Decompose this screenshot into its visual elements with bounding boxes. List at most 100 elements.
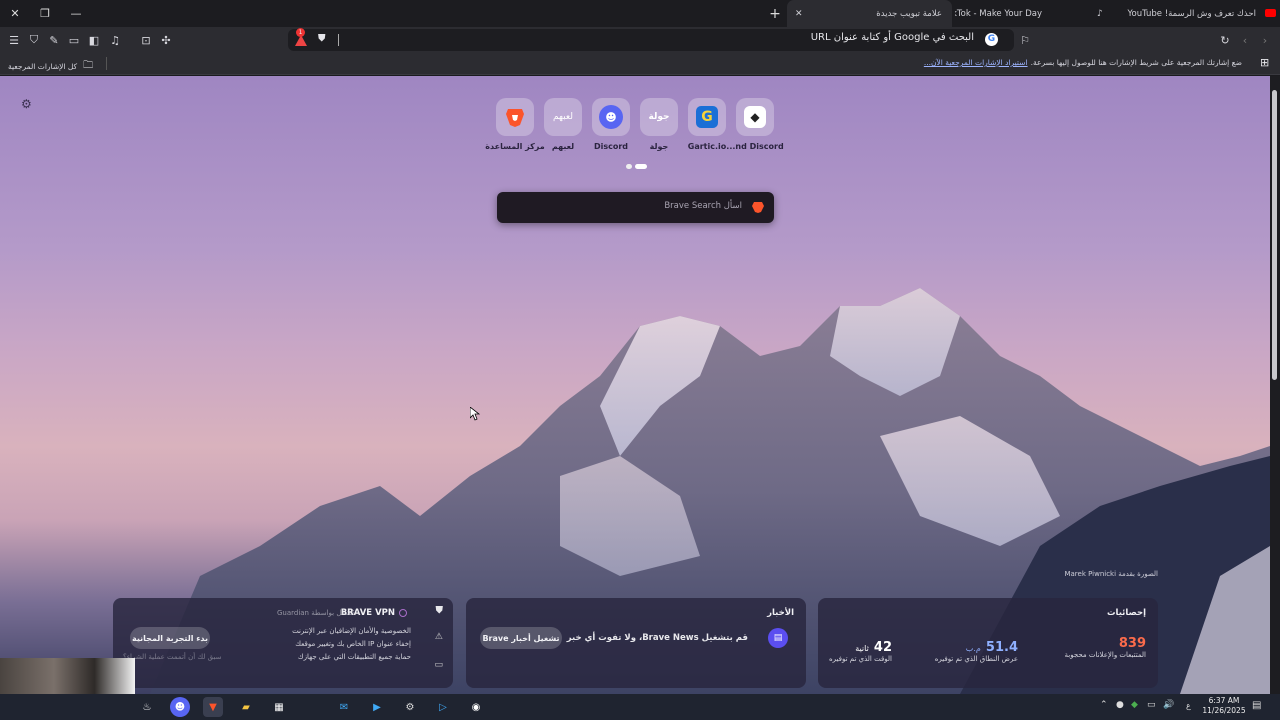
top-site-tile[interactable] (496, 98, 534, 136)
url-placeholder: البحث في Google أو كتابة عنوان URL (810, 32, 974, 43)
google-icon: G (985, 33, 998, 46)
tab-new-tab[interactable]: علامة تبويب جديدة ✕ (787, 0, 952, 27)
scrollbar-thumb[interactable] (1272, 90, 1277, 380)
stats-title: إحصائيات (1106, 608, 1146, 618)
bookmark-icon[interactable]: ⚐ (1017, 32, 1033, 48)
top-site-label: مركز المساعدة (485, 142, 545, 151)
steam-icon[interactable]: ♨ (137, 697, 157, 717)
new-tab-page: ⚙ ◆ ...nd Discord G Gartic.io جولة جولة … (0, 76, 1270, 694)
bandwidth-label: عرض النطاق الذي تم توفيره (934, 655, 1018, 663)
new-tab-button[interactable]: + (764, 0, 786, 27)
minimize-window-icon[interactable]: — (65, 0, 87, 27)
reload-icon[interactable]: ↻ (1217, 32, 1233, 48)
bandwidth-value: 51.4 (985, 640, 1018, 655)
tab-youtube[interactable]: احذك تعرف وش الرسمة! YouTube - ... (1118, 0, 1280, 27)
gartic-icon: G (696, 106, 718, 128)
vpn-footnote[interactable]: سبق لك أن أتممت عملية الشراء؟ (123, 653, 221, 661)
settings-taskbar-icon[interactable]: ⚙ (400, 697, 420, 717)
news-title: الأخبار (767, 608, 794, 618)
photo-credit[interactable]: الصورة بقدمة Marek Piwnicki (1064, 570, 1158, 578)
brave-taskbar-icon[interactable]: ▼ (203, 697, 223, 717)
media-player-icon[interactable]: ▶ (367, 697, 387, 717)
time-label: الوقت الذي تم توفيره (829, 655, 892, 663)
tab-close-icon[interactable]: ✕ (795, 9, 803, 19)
vpn-shield-icon: ⛊ (435, 605, 444, 616)
clock[interactable]: 6:37 AM 11/26/2025 (1200, 696, 1248, 716)
screen-icon: ▭ (434, 660, 443, 670)
top-site-tile[interactable]: G (688, 98, 726, 136)
tour-text-icon: جولة (648, 112, 670, 122)
bandwidth-unit: م.ب (965, 644, 981, 653)
vpn-status-icon (399, 609, 407, 617)
restore-window-icon[interactable]: ❐ (34, 0, 56, 27)
text-cursor (338, 34, 339, 46)
obs-icon[interactable]: ◉ (466, 697, 486, 717)
import-bookmarks-link[interactable]: استيراد الإشارات المرجعية الآن... (924, 58, 1028, 67)
mail-icon[interactable]: ✉ (334, 697, 354, 717)
robot-icon: ◆ (744, 106, 766, 128)
shield-outline-icon[interactable]: ⛉ (26, 32, 42, 48)
news-icon: ▤ (768, 628, 788, 648)
tab-title: احذك تعرف وش الرسمة! YouTube - ... (1126, 8, 1256, 19)
vpn-card: BRAVE VPN مُشغّل بواسطة Guardian ⛊ الخصو… (113, 598, 453, 688)
discord-icon: ☻ (599, 105, 623, 129)
microphone-icon[interactable]: ● (1116, 700, 1124, 710)
top-site-tile[interactable]: ◆ (736, 98, 774, 136)
settings-gear-icon[interactable]: ⚙ (21, 97, 32, 111)
top-site-tile[interactable]: لعبهم (544, 98, 582, 136)
address-bar[interactable]: 1 ⛊ البحث في Google أو كتابة عنوان URL G (288, 28, 1014, 51)
enable-news-button[interactable]: تشغيل أخبار Brave (480, 627, 562, 649)
pen-icon[interactable]: ✎ (46, 32, 62, 48)
file-explorer-icon[interactable]: ▰ (236, 697, 256, 717)
music-icon[interactable]: ♫ (107, 32, 123, 48)
top-site-tile[interactable]: ☻ (592, 98, 630, 136)
bookmarks-bar: 🗀 كل الإشارات المرجعية ضع إشارتك المرجعي… (0, 53, 1280, 75)
vpn-powered-by: مُشغّل بواسطة Guardian (276, 609, 355, 617)
vpn-feature: حماية جميع التطبيقات التي على جهازك (297, 653, 411, 661)
language-indicator[interactable]: ع (1186, 701, 1191, 710)
news-card: الأخبار ▤ قم بتشغيل Brave News، ولا تفوت… (466, 598, 806, 688)
all-bookmarks-button[interactable]: 🗀 كل الإشارات المرجعية (8, 58, 93, 75)
divider (106, 57, 107, 70)
brave-lion-icon (506, 109, 524, 127)
sidebar-icon[interactable]: ◧ (86, 32, 102, 48)
blocked-label: المتتبعات والإعلانات محجوبة (1064, 651, 1146, 659)
nvidia-icon[interactable]: ◆ (1131, 700, 1138, 710)
search-placeholder: اسأل Brave Search (664, 201, 742, 211)
clock-date: 11/26/2025 (1202, 706, 1246, 715)
close-window-icon[interactable]: ✕ (4, 0, 26, 27)
video-editor-icon[interactable]: ▷ (433, 697, 453, 717)
discord-taskbar-icon[interactable]: ☻ (170, 697, 190, 717)
volume-icon[interactable]: 🔊 (1163, 700, 1174, 710)
warning-icon: ⚠ (434, 632, 443, 642)
screenshot-icon[interactable]: ⊡ (138, 32, 154, 48)
stats-card: إحصائيات 839 المتتبعات والإعلانات محجوبة… (818, 598, 1158, 688)
tab-title: علامة تبويب جديدة (876, 8, 942, 19)
tab-tiktok[interactable]: TikTok - Make Your Day ♪ (955, 0, 1110, 27)
bookmarks-hint: ضع إشارتك المرجعية على شريط الإشارات هنا… (1030, 58, 1242, 67)
brave-shield-icon[interactable]: ⛊ (318, 33, 326, 44)
forward-icon[interactable]: › (1257, 32, 1273, 48)
time-unit: ثانية (855, 644, 869, 653)
apps-grid-icon[interactable]: ⊞ (1260, 56, 1269, 69)
vpn-trial-button[interactable]: بدء التجربة المجانية (130, 627, 210, 649)
extensions-icon[interactable]: ✣ (158, 32, 174, 48)
brave-search-box[interactable]: اسأل Brave Search (497, 192, 774, 223)
time-value: 42 (873, 640, 892, 655)
page-dot[interactable] (626, 164, 632, 169)
tab-title: TikTok - Make Your Day (955, 8, 1042, 19)
brave-search-icon (752, 202, 764, 213)
notification-icon[interactable]: ▤ (1252, 700, 1261, 711)
tiktok-icon: ♪ (1097, 8, 1103, 19)
network-icon[interactable]: ▭ (1147, 700, 1156, 710)
window-icon[interactable]: ▭ (66, 32, 82, 48)
tray-chevron-icon[interactable]: ⌃ (1100, 700, 1108, 710)
menu-icon[interactable]: ☰ (6, 32, 22, 48)
top-site-tile[interactable]: جولة (640, 98, 678, 136)
vpn-feature: الخصوصية والأمان الإضافيان عبر الإنترنت (292, 627, 411, 635)
page-dot-active[interactable] (635, 164, 647, 169)
windows-taskbar (0, 694, 1280, 720)
clock-time: 6:37 AM (1208, 696, 1240, 705)
back-icon[interactable]: ‹ (1237, 32, 1253, 48)
store-icon[interactable]: ▦ (269, 697, 289, 717)
